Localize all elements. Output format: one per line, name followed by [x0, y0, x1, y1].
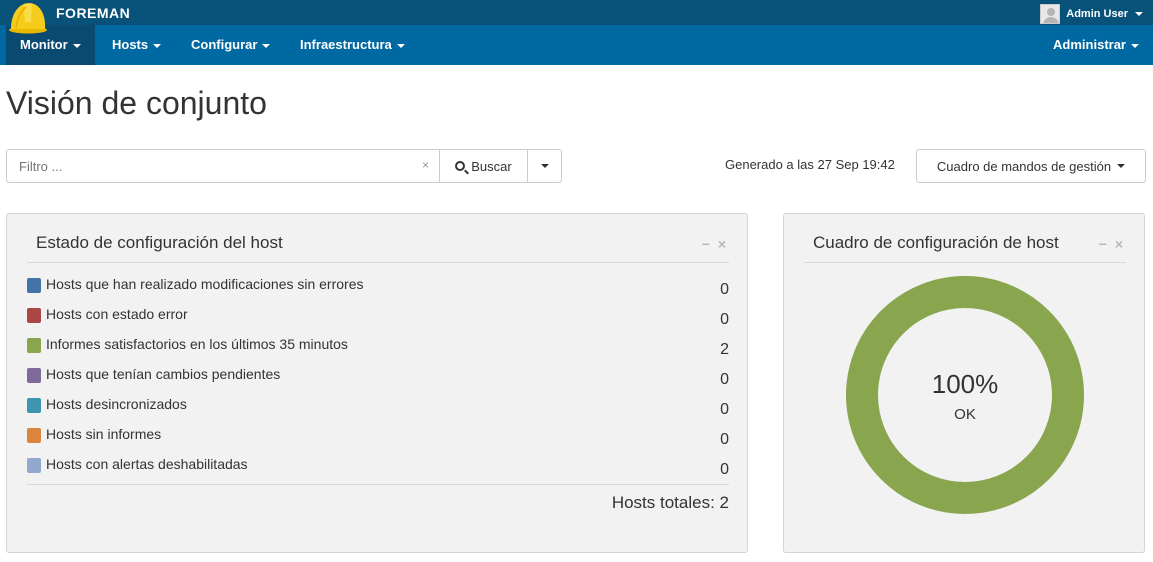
page-title: Visión de conjunto — [6, 85, 267, 121]
chevron-down-icon — [72, 43, 81, 48]
minimize-icon[interactable]: − — [1099, 236, 1107, 252]
user-menu[interactable]: Admin User — [1040, 4, 1143, 24]
search-options-button[interactable] — [528, 149, 562, 183]
status-count: 0 — [720, 281, 729, 298]
foreman-helmet-logo-icon[interactable] — [8, 0, 48, 34]
status-label[interactable]: Hosts sin informes — [46, 426, 161, 442]
close-icon[interactable]: × — [718, 236, 726, 252]
nav-monitor-label: Monitor — [20, 37, 68, 52]
chevron-down-icon — [1135, 12, 1143, 16]
nav-administrar-label: Administrar — [1053, 37, 1126, 52]
legend-swatch — [27, 458, 41, 473]
clear-search-icon[interactable]: × — [422, 158, 429, 172]
status-count: 0 — [720, 371, 729, 388]
divider — [804, 262, 1126, 263]
widget-title: Estado de configuración del host — [36, 233, 283, 252]
host-configuration-status-widget: Estado de configuración del host − × Hos… — [6, 213, 748, 553]
status-label[interactable]: Hosts con alertas deshabilitadas — [46, 456, 248, 472]
widget-tools: − × — [1099, 236, 1123, 252]
status-count: 0 — [720, 431, 729, 448]
status-label[interactable]: Hosts desincronizados — [46, 396, 187, 412]
chevron-down-icon — [262, 43, 271, 48]
main-nav: Monitor Hosts Configurar Infraestructura… — [0, 25, 1153, 65]
nav-infraestructura[interactable]: Infraestructura — [286, 25, 419, 65]
avatar — [1040, 4, 1061, 24]
management-dashboard-label: Cuadro de mandos de gestión — [936, 158, 1112, 174]
donut-status-label: OK — [954, 406, 976, 423]
list-item[interactable]: Informes satisfactorios en los últimos 3… — [27, 336, 729, 366]
widget-title: Cuadro de configuración de host — [813, 233, 1059, 252]
search-button-label: Buscar — [471, 158, 512, 174]
donut-percentage: 100% — [931, 369, 999, 399]
search-input[interactable] — [6, 149, 440, 183]
legend-swatch — [27, 278, 41, 293]
generated-timestamp: Generado a las 27 Sep 19:42 — [725, 157, 895, 172]
management-dashboard-button[interactable]: Cuadro de mandos de gestión — [916, 149, 1146, 183]
divider — [27, 262, 729, 263]
status-count: 0 — [720, 401, 729, 418]
widget-tools: − × — [702, 236, 726, 252]
legend-swatch — [27, 338, 41, 353]
brand-name[interactable]: FOREMAN — [56, 5, 130, 21]
status-count: 2 — [720, 341, 729, 358]
nav-configurar-label: Configurar — [191, 37, 258, 52]
chevron-down-icon — [153, 43, 162, 48]
legend-swatch — [27, 428, 41, 443]
nav-configurar[interactable]: Configurar — [177, 25, 284, 65]
legend-swatch — [27, 398, 41, 413]
status-count: 0 — [720, 311, 729, 328]
nav-administrar[interactable]: Administrar — [1039, 25, 1153, 65]
status-count: 0 — [720, 461, 729, 478]
user-name: Admin User — [1066, 8, 1128, 20]
top-bar: FOREMAN Admin User — [0, 0, 1153, 34]
divider — [27, 484, 729, 485]
chevron-down-icon — [540, 164, 549, 168]
legend-swatch — [27, 368, 41, 383]
status-label[interactable]: Hosts con estado error — [46, 306, 188, 322]
nav-infraestructura-label: Infraestructura — [300, 37, 392, 52]
status-label[interactable]: Hosts que tenían cambios pendientes — [46, 366, 280, 382]
list-item[interactable]: Hosts sin informes 0 — [27, 426, 729, 456]
nav-hosts[interactable]: Hosts — [98, 25, 175, 65]
search-group: × Buscar — [6, 149, 562, 183]
chevron-down-icon — [1131, 43, 1139, 48]
nav-hosts-label: Hosts — [112, 37, 149, 52]
search-button[interactable]: Buscar — [440, 149, 528, 183]
minimize-icon[interactable]: − — [702, 236, 710, 252]
list-item[interactable]: Hosts desincronizados 0 — [27, 396, 729, 426]
list-item[interactable]: Hosts con estado error 0 — [27, 306, 729, 336]
list-item[interactable]: Hosts con alertas deshabilitadas 0 — [27, 456, 729, 486]
chevron-down-icon — [396, 43, 405, 48]
status-label[interactable]: Informes satisfactorios en los últimos 3… — [46, 336, 348, 352]
total-hosts: Hosts totales: 2 — [611, 493, 729, 512]
search-icon — [455, 161, 466, 171]
status-label[interactable]: Hosts que han realizado modificaciones s… — [46, 276, 364, 292]
close-icon[interactable]: × — [1115, 236, 1123, 252]
list-item[interactable]: Hosts que han realizado modificaciones s… — [27, 276, 729, 306]
legend-swatch — [27, 308, 41, 323]
chevron-down-icon — [1117, 164, 1126, 168]
list-item[interactable]: Hosts que tenían cambios pendientes 0 — [27, 366, 729, 396]
host-configuration-chart-widget: Cuadro de configuración de host − × 100%… — [783, 213, 1145, 553]
